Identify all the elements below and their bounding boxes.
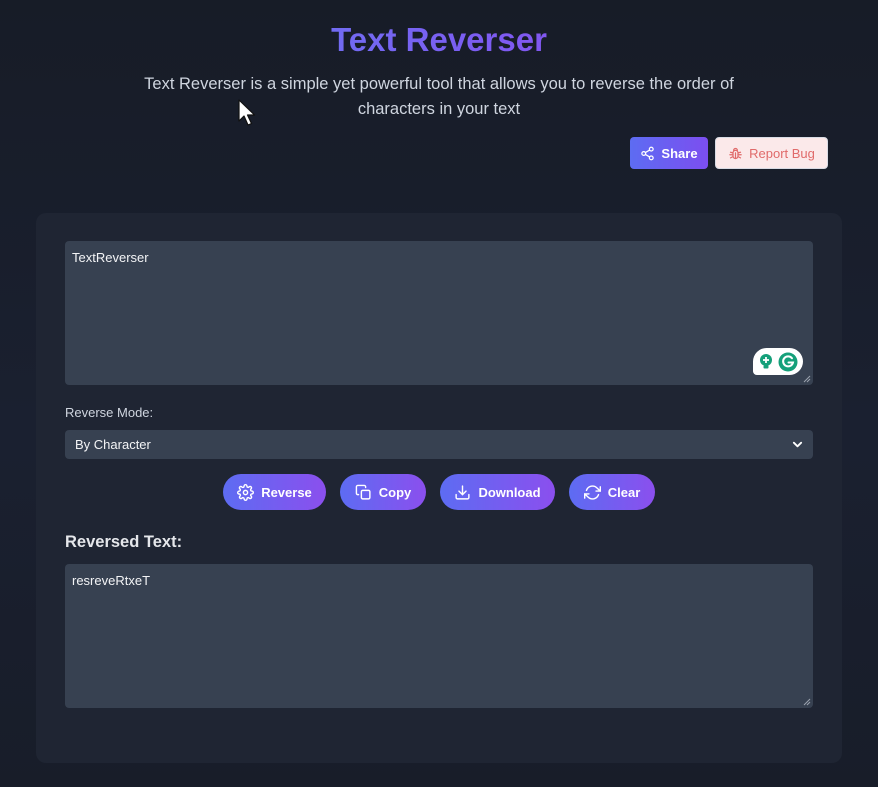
share-button[interactable]: Share: [630, 137, 708, 169]
mouse-cursor-icon: [238, 99, 258, 127]
reverse-mode-label: Reverse Mode:: [65, 405, 154, 420]
copy-icon: [355, 484, 372, 501]
chevron-down-icon: [792, 439, 803, 450]
output-heading: Reversed Text:: [65, 533, 183, 551]
copy-button-label: Copy: [378, 484, 412, 500]
output-textarea[interactable]: resreveRtxeT: [65, 564, 813, 708]
input-text: TextReverser: [72, 250, 149, 265]
reverse-mode-selected: By Character: [75, 437, 151, 452]
download-button[interactable]: Download: [440, 474, 555, 510]
lightbulb-icon: [758, 353, 774, 371]
clear-button-label: Clear: [607, 484, 641, 500]
reverse-mode-select[interactable]: By Character: [65, 430, 813, 459]
refresh-icon: [583, 484, 601, 501]
page-subtitle: Text Reverser is a simple yet powerful t…: [144, 75, 734, 118]
share-icon: [640, 146, 655, 161]
text-reverser-page: Text Reverser Text Reverser is a simple …: [0, 0, 878, 787]
download-button-label: Download: [478, 484, 541, 500]
page-title: Text Reverser: [0, 18, 878, 62]
input-textarea[interactable]: TextReverser: [65, 241, 813, 385]
reverse-button[interactable]: Reverse: [223, 474, 326, 510]
bug-icon: [728, 146, 743, 161]
download-icon: [454, 484, 471, 501]
output-text: resreveRtxeT: [72, 573, 151, 588]
reverse-button-label: Reverse: [261, 484, 312, 500]
gear-icon: [237, 483, 255, 501]
share-button-label: Share: [661, 145, 698, 161]
grammarly-icon: [778, 352, 798, 372]
resize-handle-icon[interactable]: [803, 698, 811, 706]
report-bug-label: Report Bug: [749, 145, 815, 161]
report-bug-button[interactable]: Report Bug: [715, 137, 828, 169]
grammarly-widget[interactable]: [753, 348, 803, 375]
resize-handle-icon[interactable]: [803, 375, 811, 383]
clear-button[interactable]: Clear: [569, 474, 655, 510]
copy-button[interactable]: Copy: [340, 474, 426, 510]
